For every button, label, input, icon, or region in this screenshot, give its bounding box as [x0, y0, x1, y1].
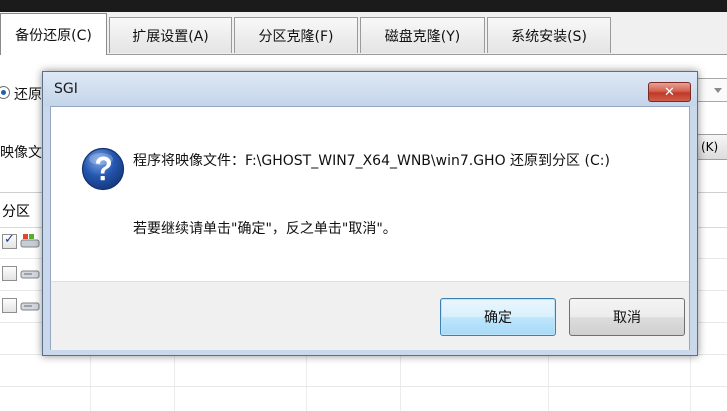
- image-file-label: 映像文: [0, 145, 42, 161]
- tab-partition-clone[interactable]: 分区克隆(F): [234, 17, 358, 53]
- dialog-title-bar[interactable]: SGI ✕: [43, 72, 697, 106]
- ok-button[interactable]: 确定: [440, 298, 556, 336]
- disk-icon: [20, 302, 40, 311]
- tab-disk-clone[interactable]: 磁盘克隆(Y): [360, 17, 485, 53]
- question-icon: [81, 147, 125, 191]
- restore-radio[interactable]: [0, 86, 10, 99]
- column-header-partition: 分区: [2, 204, 30, 220]
- dialog-instruction: 若要继续请单击"确定"，反之单击"取消"。: [133, 221, 397, 237]
- dialog-title: SGI: [54, 81, 78, 97]
- restore-radio-label: 还原: [14, 87, 42, 103]
- cancel-button[interactable]: 取消: [569, 298, 685, 336]
- tab-system-install[interactable]: 系统安装(S): [487, 17, 611, 53]
- table-row: [0, 354, 727, 387]
- windows-disk-icon: [20, 234, 40, 248]
- tab-backup-restore[interactable]: 备份还原(C): [0, 13, 107, 55]
- window-top-strip: [0, 0, 727, 12]
- tab-bar: 备份还原(C) 扩展设置(A) 分区克隆(F) 磁盘克隆(Y) 系统安装(S): [0, 12, 727, 55]
- row-checkbox[interactable]: [2, 232, 17, 249]
- dialog-message: 程序将映像文件：F:\GHOST_WIN7_X64_WNB\win7.GHO 还…: [133, 153, 610, 169]
- dialog-button-bar: 确定 取消: [51, 281, 689, 350]
- disk-icon: [20, 270, 40, 279]
- close-icon: ✕: [664, 84, 675, 100]
- confirm-dialog: SGI ✕ 程序将映像文件：F:\GHOST_WIN7_X64_WNB\win7…: [42, 71, 698, 356]
- close-button[interactable]: ✕: [648, 82, 691, 102]
- row-checkbox[interactable]: [2, 266, 17, 281]
- dialog-body: 程序将映像文件：F:\GHOST_WIN7_X64_WNB\win7.GHO 还…: [50, 106, 690, 350]
- row-checkbox[interactable]: [2, 298, 17, 313]
- browse-button[interactable]: (K): [697, 134, 727, 160]
- tab-extended-settings[interactable]: 扩展设置(A): [109, 17, 232, 53]
- dropdown-arrow-icon[interactable]: [697, 78, 727, 102]
